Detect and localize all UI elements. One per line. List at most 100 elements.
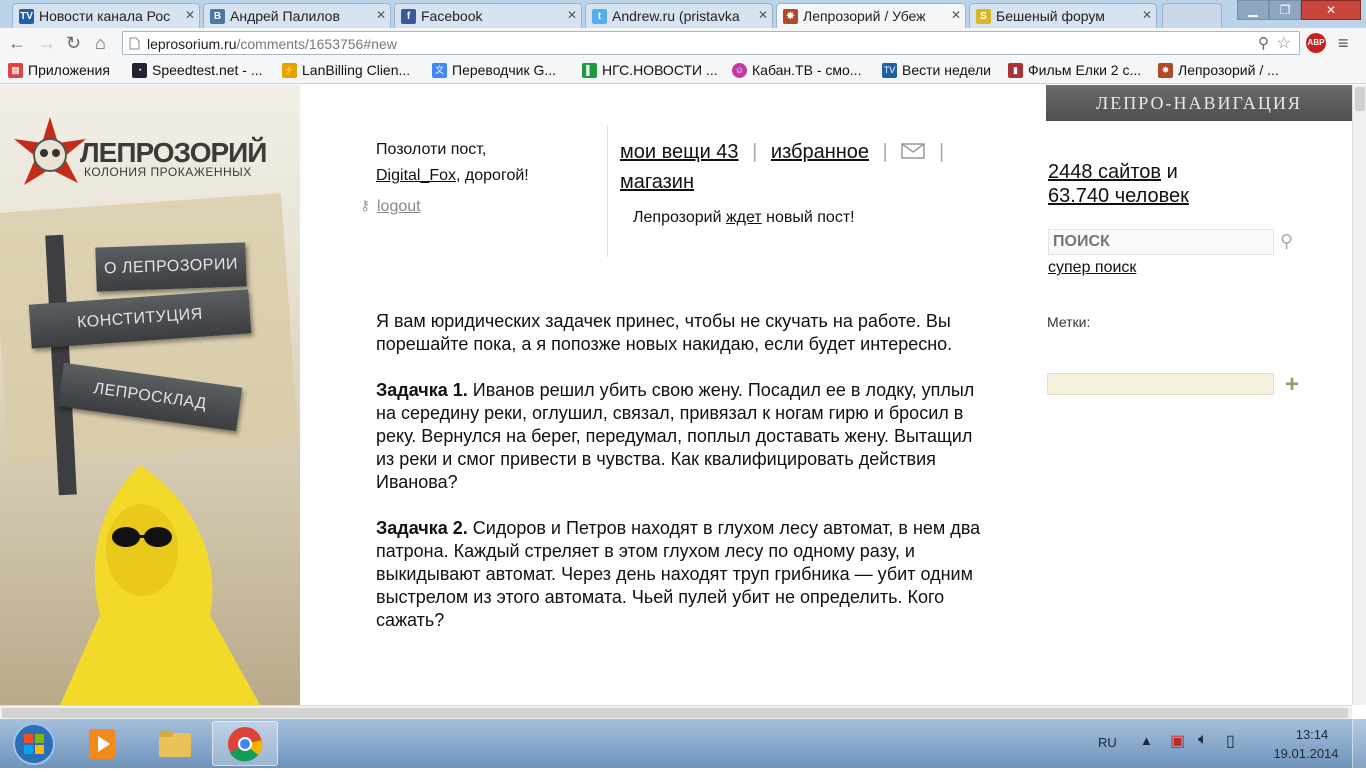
bookmark-kaban[interactable]: ☺ Кабан.ТВ - смо... [732,62,861,78]
tab-label: Андрей Палилов [230,8,340,24]
super-search-link[interactable]: супер поиск [1048,259,1136,276]
tab-label: Бешеный форум [996,8,1105,24]
sign-about[interactable]: О ЛЕПРОЗОРИИ [95,242,247,292]
gild-line: Digital_Fox, дорогой! [376,163,529,189]
bookmark-translate[interactable]: 文 Переводчик G... [432,62,556,78]
lanbilling-icon: ⚡ [282,63,297,78]
media-player-icon[interactable] [72,721,132,766]
tags-input[interactable] [1047,373,1274,395]
explorer-icon[interactable] [145,721,205,766]
lepro-navigation-header[interactable]: ЛЕПРО-НАВИГАЦИЯ [1046,85,1352,121]
close-icon[interactable]: ✕ [951,8,961,22]
close-icon[interactable]: ✕ [567,8,577,22]
tab-label: Новости канала Рос [39,8,171,24]
bookmark-lepro[interactable]: ✸ Лепрозорий / ... [1158,62,1279,78]
post-intro: Я вам юридических задачек принес, чтобы … [376,311,953,354]
apps-icon: ▦ [8,63,23,78]
close-icon[interactable]: ✕ [758,8,768,22]
shop-link[interactable]: магазин [620,171,694,193]
site-stats: 2448 сайтов и 63.740 человек [1048,160,1189,208]
close-icon[interactable]: ✕ [185,8,195,22]
zoom-icon[interactable]: ⚲ [1258,34,1269,52]
facebook-icon: f [401,9,416,24]
bookmark-apps[interactable]: ▦ Приложения [8,62,110,78]
clock-date[interactable]: 19.01.2014 [1266,746,1346,761]
bookmark-ngs[interactable]: ▌ НГС.НОВОСТИ ... [582,62,718,78]
translate-icon: 文 [432,63,447,78]
power-icon[interactable]: ▯ [1226,731,1235,751]
tab-strip: TV Новости канала Рос ✕ B Андрей Палилов… [0,0,1366,28]
maximize-icon[interactable]: ❐ [1269,0,1301,20]
chrome-icon[interactable] [212,721,278,766]
show-desktop-button[interactable] [1352,719,1366,768]
add-tag-button[interactable]: + [1285,371,1299,399]
key-icon: ⚷ [360,197,371,213]
favorites-link[interactable]: избранное [771,141,869,163]
tab-rossiya-news[interactable]: TV Новости канала Рос ✕ [12,3,200,28]
search-icon[interactable]: ⚲ [1280,231,1293,252]
forward-icon[interactable]: → [38,33,56,54]
gild-text: Позолоти пост, [376,141,487,158]
reload-icon[interactable]: ↻ [66,33,81,54]
wait-prefix: Лепрозорий [633,209,726,226]
speedtest-icon: ◔ [132,63,147,78]
windows-taskbar: RU ▲ ▣ 🔈︎ ▯ 13:14 19.01.2014 [0,719,1366,768]
tab-vk[interactable]: B Андрей Палилов ✕ [203,3,391,28]
back-icon[interactable]: ← [8,33,26,54]
menu-separator: | [882,141,888,163]
search-input[interactable] [1048,229,1274,255]
scroll-thumb[interactable] [1355,87,1365,111]
bookmark-label: Переводчик G... [452,62,557,78]
close-icon[interactable]: ✕ [376,8,386,22]
waiting-link[interactable]: ждет [726,209,762,226]
volume-icon[interactable]: 🔈︎ [1198,731,1208,749]
adblock-icon[interactable]: ABP [1306,33,1326,53]
task-2-title: Задачка 2. [376,518,468,538]
logout-link[interactable]: logout [377,198,421,215]
horizontal-scrollbar[interactable] [0,705,1352,719]
my-things-link[interactable]: мои вещи 43 [620,141,739,163]
vertical-scrollbar[interactable] [1352,85,1366,705]
task-1-title: Задачка 1. [376,380,468,400]
start-button-icon[interactable] [8,721,60,767]
task-1: Задачка 1. Иванов решил убить свою жену.… [376,379,986,494]
bookmark-film[interactable]: ▮ Фильм Елки 2 с... [1008,62,1141,78]
gild-user-link[interactable]: Digital_Fox [376,167,456,184]
lepro-icon: ✸ [783,9,798,24]
menu-icon[interactable]: ≡ [1338,33,1349,54]
menu-separator: | [752,141,758,163]
tags-label: Метки: [1047,314,1091,330]
sites-count-link[interactable]: 2448 сайтов [1048,161,1161,183]
clock-time[interactable]: 13:14 [1282,727,1342,742]
tray-expand-icon[interactable]: ▲ [1140,733,1153,748]
mail-icon[interactable] [901,143,926,159]
tab-twitter[interactable]: t Andrew.ru (pristavka ✕ [585,3,773,28]
kaban-icon: ☺ [732,63,747,78]
adblock-label: ABP [1307,38,1325,47]
language-indicator[interactable]: RU [1098,735,1117,750]
bookmark-label: Фильм Елки 2 с... [1028,62,1142,78]
bookmark-vesti[interactable]: TV Вести недели [882,62,991,78]
tv-icon: TV [19,9,34,24]
home-icon[interactable]: ⌂ [95,33,106,54]
web-page: ЛЕПРОЗОРИЙ КОЛОНИЯ ПРОКАЖЕННЫХ О ЛЕПРОЗО… [0,85,1352,705]
address-bar[interactable]: leprosorium.ru/comments/1653756#new ⚲ ☆ [122,31,1300,55]
close-icon[interactable]: ✕ [1142,8,1152,22]
tab-forum[interactable]: S Бешеный форум ✕ [969,3,1157,28]
post-body: Я вам юридических задачек принес, чтобы … [376,310,986,655]
tab-leprosorium[interactable]: ✸ Лепрозорий / Убеж ✕ [776,3,966,28]
tab-label: Facebook [421,8,483,24]
lepro-star-logo-icon [14,117,86,185]
tab-facebook[interactable]: f Facebook ✕ [394,3,582,28]
bookmark-lanbilling[interactable]: ⚡ LanBilling Clien... [282,62,410,78]
close-window-icon[interactable]: ✕ [1301,0,1361,20]
bookmark-speedtest[interactable]: ◔ Speedtest.net - ... [132,62,263,78]
minimize-icon[interactable]: ▁ [1237,0,1269,20]
new-tab-button[interactable] [1162,3,1222,28]
scroll-thumb[interactable] [2,708,1348,718]
star-icon[interactable]: ☆ [1277,33,1291,53]
network-error-icon[interactable]: ▣ [1170,731,1185,751]
vk-icon: B [210,9,225,24]
bookmark-label: Вести недели [902,62,991,78]
people-count-link[interactable]: 63.740 человек [1048,185,1189,207]
